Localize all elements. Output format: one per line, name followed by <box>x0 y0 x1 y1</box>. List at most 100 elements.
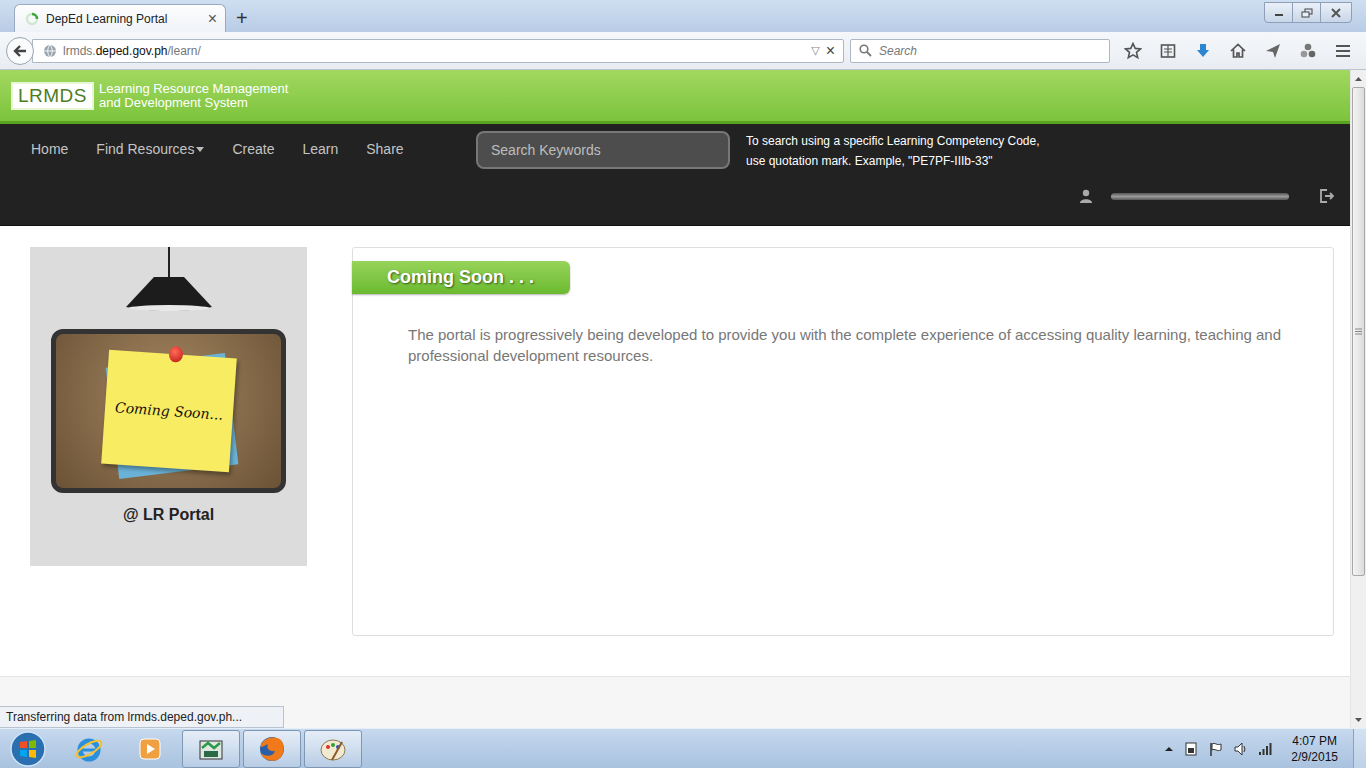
tab-close-button[interactable]: × <box>208 11 217 27</box>
home-icon[interactable] <box>1229 42 1247 60</box>
menu-icon[interactable] <box>1334 42 1352 60</box>
restore-icon <box>1301 8 1313 18</box>
show-desktop-button[interactable] <box>1353 729 1366 768</box>
pin-icon <box>168 346 183 363</box>
windows-start-icon <box>8 729 48 768</box>
clock-date: 2/9/2015 <box>1291 749 1338 765</box>
taskbar-app[interactable] <box>304 730 362 768</box>
vertical-scrollbar[interactable] <box>1350 70 1366 728</box>
stop-button[interactable]: × <box>826 43 835 59</box>
browser-tab[interactable]: DepEd Learning Portal × <box>14 4 226 32</box>
scrollbar-track[interactable] <box>1351 87 1366 711</box>
keyword-search-field[interactable]: Search Keywords <box>476 131 730 169</box>
toolbar-icons <box>1124 42 1352 60</box>
web-page: LRMDSLearning Resource Managementand Dev… <box>0 70 1350 728</box>
menu-item[interactable]: Learn <box>302 141 338 157</box>
internet-explorer-icon <box>74 734 104 764</box>
restore-button[interactable] <box>1292 2 1321 23</box>
page-viewport: LRMDSLearning Resource Managementand Dev… <box>0 70 1366 728</box>
cork-board: Coming Soon... <box>51 329 286 493</box>
user-bar <box>0 171 1350 203</box>
panel-heading: Coming Soon . . . <box>352 261 570 294</box>
scroll-up-button[interactable] <box>1351 70 1366 87</box>
power-icon[interactable] <box>1183 741 1199 757</box>
system-tray: 4:07 PM2/9/2015 <box>1164 729 1366 768</box>
firefox-icon <box>257 734 287 764</box>
menu-item[interactable]: Create <box>232 141 274 157</box>
site-header: LRMDSLearning Resource Managementand Dev… <box>0 70 1350 124</box>
taskbar-apps <box>56 730 365 768</box>
start-button[interactable] <box>0 729 56 768</box>
taskbar-app[interactable] <box>121 730 179 768</box>
panel-text: The portal is progressively being develo… <box>408 324 1315 366</box>
search-placeholder: Search <box>879 44 917 58</box>
url-text: lrmds.deped.gov.ph/learn/ <box>63 44 805 58</box>
extension-icon[interactable] <box>1299 42 1317 60</box>
download-icon[interactable] <box>1194 42 1212 60</box>
minimize-icon <box>1273 8 1285 18</box>
dropdown-caret-icon <box>196 147 204 152</box>
grip-icon <box>1355 328 1362 335</box>
site-title-line: Learning Resource Management <box>99 82 288 96</box>
illustration-caption: @ LR Portal <box>123 506 214 524</box>
scroll-down-button[interactable] <box>1351 711 1366 728</box>
volume-icon[interactable] <box>1233 741 1249 757</box>
page-content: Coming Soon... @ LR Portal Coming Soon . .… <box>0 226 1350 676</box>
main-menu: Home Find Resources Create Learn Share <box>0 131 476 157</box>
new-tab-button[interactable]: + <box>236 8 248 28</box>
back-button[interactable] <box>6 37 34 65</box>
window-controls <box>1265 2 1352 23</box>
bookmark-star-icon[interactable] <box>1124 42 1142 60</box>
lamp-icon <box>124 247 214 313</box>
taskbar-app[interactable] <box>243 730 301 768</box>
search-hint-line: use quotation mark. Example, "PE7PF-IIIb… <box>746 151 1040 171</box>
navigation-toolbar: lrmds.deped.gov.ph/learn/ ▽ × Search <box>0 32 1366 70</box>
action-center-flag-icon[interactable] <box>1208 741 1224 757</box>
menu-item[interactable]: Share <box>366 141 403 157</box>
user-name-blurred[interactable] <box>1111 193 1289 200</box>
globe-icon <box>43 44 57 58</box>
taskbar-app[interactable] <box>60 730 118 768</box>
send-icon[interactable] <box>1264 42 1282 60</box>
scroll-down-icon <box>1355 718 1362 722</box>
close-icon <box>1330 8 1342 18</box>
search-hint-line: To search using a specific Learning Comp… <box>746 131 1040 151</box>
clock[interactable]: 4:07 PM2/9/2015 <box>1283 733 1344 765</box>
screen: DepEd Learning Portal × + lrmds.deped.gov.p… <box>0 0 1366 768</box>
hp-app-icon <box>196 734 226 764</box>
magnifier-icon <box>859 44 872 57</box>
history-dropdown-button[interactable]: ▽ <box>811 44 819 57</box>
network-signal-icon[interactable] <box>1258 741 1274 757</box>
close-window-button[interactable] <box>1320 2 1352 23</box>
taskbar: 4:07 PM2/9/2015 <box>0 728 1366 768</box>
minimize-button[interactable] <box>1264 2 1293 23</box>
reading-list-icon[interactable] <box>1159 42 1177 60</box>
logout-icon[interactable] <box>1319 189 1335 203</box>
scroll-up-icon <box>1355 77 1362 81</box>
search-bar[interactable]: Search <box>850 39 1110 63</box>
site-title: Learning Resource Managementand Developm… <box>99 82 288 110</box>
loading-spinner-icon <box>25 12 39 26</box>
clock-time: 4:07 PM <box>1292 733 1337 749</box>
tab-strip: DepEd Learning Portal × + <box>0 0 1366 32</box>
menu-item[interactable]: Find Resources <box>96 141 204 157</box>
taskbar-app[interactable] <box>182 730 240 768</box>
media-player-icon <box>135 734 165 764</box>
status-bar: Transferring data from lrmds.deped.gov.p… <box>0 706 284 728</box>
site-logo[interactable]: LRMDS <box>11 82 94 110</box>
tab-title: DepEd Learning Portal <box>46 12 201 26</box>
coming-soon-illustration: Coming Soon... @ LR Portal <box>30 247 307 566</box>
sticky-note-text: Coming Soon... <box>114 399 223 423</box>
search-hint: To search using a specific Learning Comp… <box>746 131 1040 171</box>
back-arrow-icon <box>12 43 28 59</box>
show-hidden-icons-icon[interactable] <box>1164 744 1174 754</box>
scrollbar-thumb[interactable] <box>1352 87 1365 576</box>
keyword-search-placeholder: Search Keywords <box>491 142 601 158</box>
site-title-line: and Development System <box>99 96 288 110</box>
paint-icon <box>318 734 348 764</box>
sticky-note: Coming Soon... <box>101 350 237 473</box>
menu-item[interactable]: Home <box>31 141 68 157</box>
address-bar[interactable]: lrmds.deped.gov.ph/learn/ ▽ × <box>32 39 844 63</box>
coming-soon-panel: Coming Soon . . . The portal is progressi… <box>352 247 1334 636</box>
user-icon[interactable] <box>1079 189 1093 203</box>
